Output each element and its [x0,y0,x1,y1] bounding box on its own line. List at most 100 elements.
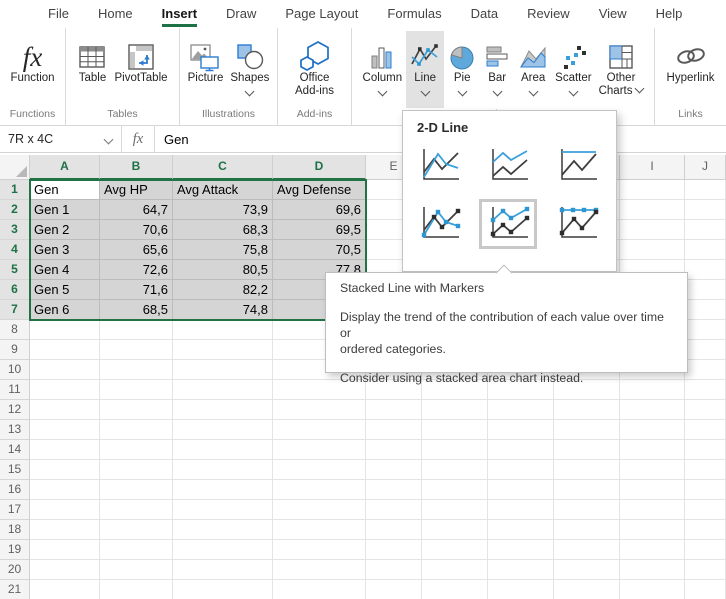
cell-E15[interactable] [366,460,422,480]
cell-A17[interactable] [30,500,100,520]
cell-A3[interactable]: Gen 2 [30,220,100,240]
row-header-10[interactable]: 10 [0,360,30,380]
cell-H14[interactable] [554,440,620,460]
pivottable-button[interactable]: PivotTable [111,31,170,108]
cell-D19[interactable] [273,540,366,560]
cell-C8[interactable] [173,320,273,340]
cell-I18[interactable] [620,520,685,540]
bar-chart-button[interactable]: Bar [480,31,514,108]
cell-J18[interactable] [685,520,726,540]
cell-E16[interactable] [366,480,422,500]
cell-H20[interactable] [554,560,620,580]
row-header-20[interactable]: 20 [0,560,30,580]
cell-H12[interactable] [554,400,620,420]
tab-page-layout[interactable]: Page Layout [285,0,358,28]
cell-I2[interactable] [620,200,685,220]
cell-C4[interactable]: 75,8 [173,240,273,260]
cell-G12[interactable] [488,400,554,420]
tab-data[interactable]: Data [471,0,498,28]
cell-C5[interactable]: 80,5 [173,260,273,280]
menu-item-line-with-markers[interactable] [416,205,462,243]
function-button[interactable]: fx Function [7,31,57,108]
column-header-I[interactable]: I [620,155,685,180]
cell-I3[interactable] [620,220,685,240]
menu-item-stacked-line-with-markers[interactable] [485,205,531,243]
cell-J7[interactable] [685,300,726,320]
cell-C17[interactable] [173,500,273,520]
tab-help[interactable]: Help [656,0,683,28]
cell-F12[interactable] [422,400,488,420]
row-header-17[interactable]: 17 [0,500,30,520]
cell-A13[interactable] [30,420,100,440]
cell-H21[interactable] [554,580,620,599]
cell-G17[interactable] [488,500,554,520]
cell-C10[interactable] [173,360,273,380]
column-header-J[interactable]: J [685,155,726,180]
cell-I1[interactable] [620,180,685,200]
cell-D18[interactable] [273,520,366,540]
cell-A15[interactable] [30,460,100,480]
cell-B4[interactable]: 65,6 [100,240,173,260]
cell-A21[interactable] [30,580,100,599]
cell-H18[interactable] [554,520,620,540]
cell-C9[interactable] [173,340,273,360]
cell-E21[interactable] [366,580,422,599]
row-header-7[interactable]: 7 [0,300,30,320]
cell-F13[interactable] [422,420,488,440]
cell-J17[interactable] [685,500,726,520]
cell-D12[interactable] [273,400,366,420]
tab-home[interactable]: Home [98,0,133,28]
other-charts-button[interactable]: Other Charts [596,31,647,108]
cell-B13[interactable] [100,420,173,440]
row-header-6[interactable]: 6 [0,280,30,300]
tab-view[interactable]: View [599,0,627,28]
cell-B6[interactable]: 71,6 [100,280,173,300]
cell-E19[interactable] [366,540,422,560]
cell-J8[interactable] [685,320,726,340]
row-header-21[interactable]: 21 [0,580,30,599]
cell-D20[interactable] [273,560,366,580]
cell-J16[interactable] [685,480,726,500]
cell-G20[interactable] [488,560,554,580]
cell-B21[interactable] [100,580,173,599]
row-header-1[interactable]: 1 [0,180,30,200]
cell-E17[interactable] [366,500,422,520]
column-header-B[interactable]: B [100,155,173,180]
cell-B10[interactable] [100,360,173,380]
cell-A4[interactable]: Gen 3 [30,240,100,260]
cell-A7[interactable]: Gen 6 [30,300,100,320]
cell-G21[interactable] [488,580,554,599]
cell-C11[interactable] [173,380,273,400]
cell-I21[interactable] [620,580,685,599]
cell-J3[interactable] [685,220,726,240]
cell-E18[interactable] [366,520,422,540]
cell-B5[interactable]: 72,6 [100,260,173,280]
tab-file[interactable]: File [48,0,69,28]
office-add-ins-button[interactable]: Office Add-ins [292,31,337,108]
row-header-18[interactable]: 18 [0,520,30,540]
row-header-14[interactable]: 14 [0,440,30,460]
cell-C7[interactable]: 74,8 [173,300,273,320]
cell-J2[interactable] [685,200,726,220]
shapes-button[interactable]: Shapes [227,31,272,108]
cell-C12[interactable] [173,400,273,420]
cell-I19[interactable] [620,540,685,560]
cell-F18[interactable] [422,520,488,540]
row-header-2[interactable]: 2 [0,200,30,220]
cell-A14[interactable] [30,440,100,460]
cell-H13[interactable] [554,420,620,440]
cell-A9[interactable] [30,340,100,360]
cell-C21[interactable] [173,580,273,599]
row-header-16[interactable]: 16 [0,480,30,500]
cell-B20[interactable] [100,560,173,580]
column-chart-button[interactable]: Column [360,31,406,108]
cell-J13[interactable] [685,420,726,440]
row-header-19[interactable]: 19 [0,540,30,560]
cell-A11[interactable] [30,380,100,400]
cell-C15[interactable] [173,460,273,480]
menu-item-100-stacked-line[interactable] [554,147,600,185]
cell-B1[interactable]: Avg HP [100,180,173,200]
cell-E14[interactable] [366,440,422,460]
cell-F21[interactable] [422,580,488,599]
cell-C19[interactable] [173,540,273,560]
